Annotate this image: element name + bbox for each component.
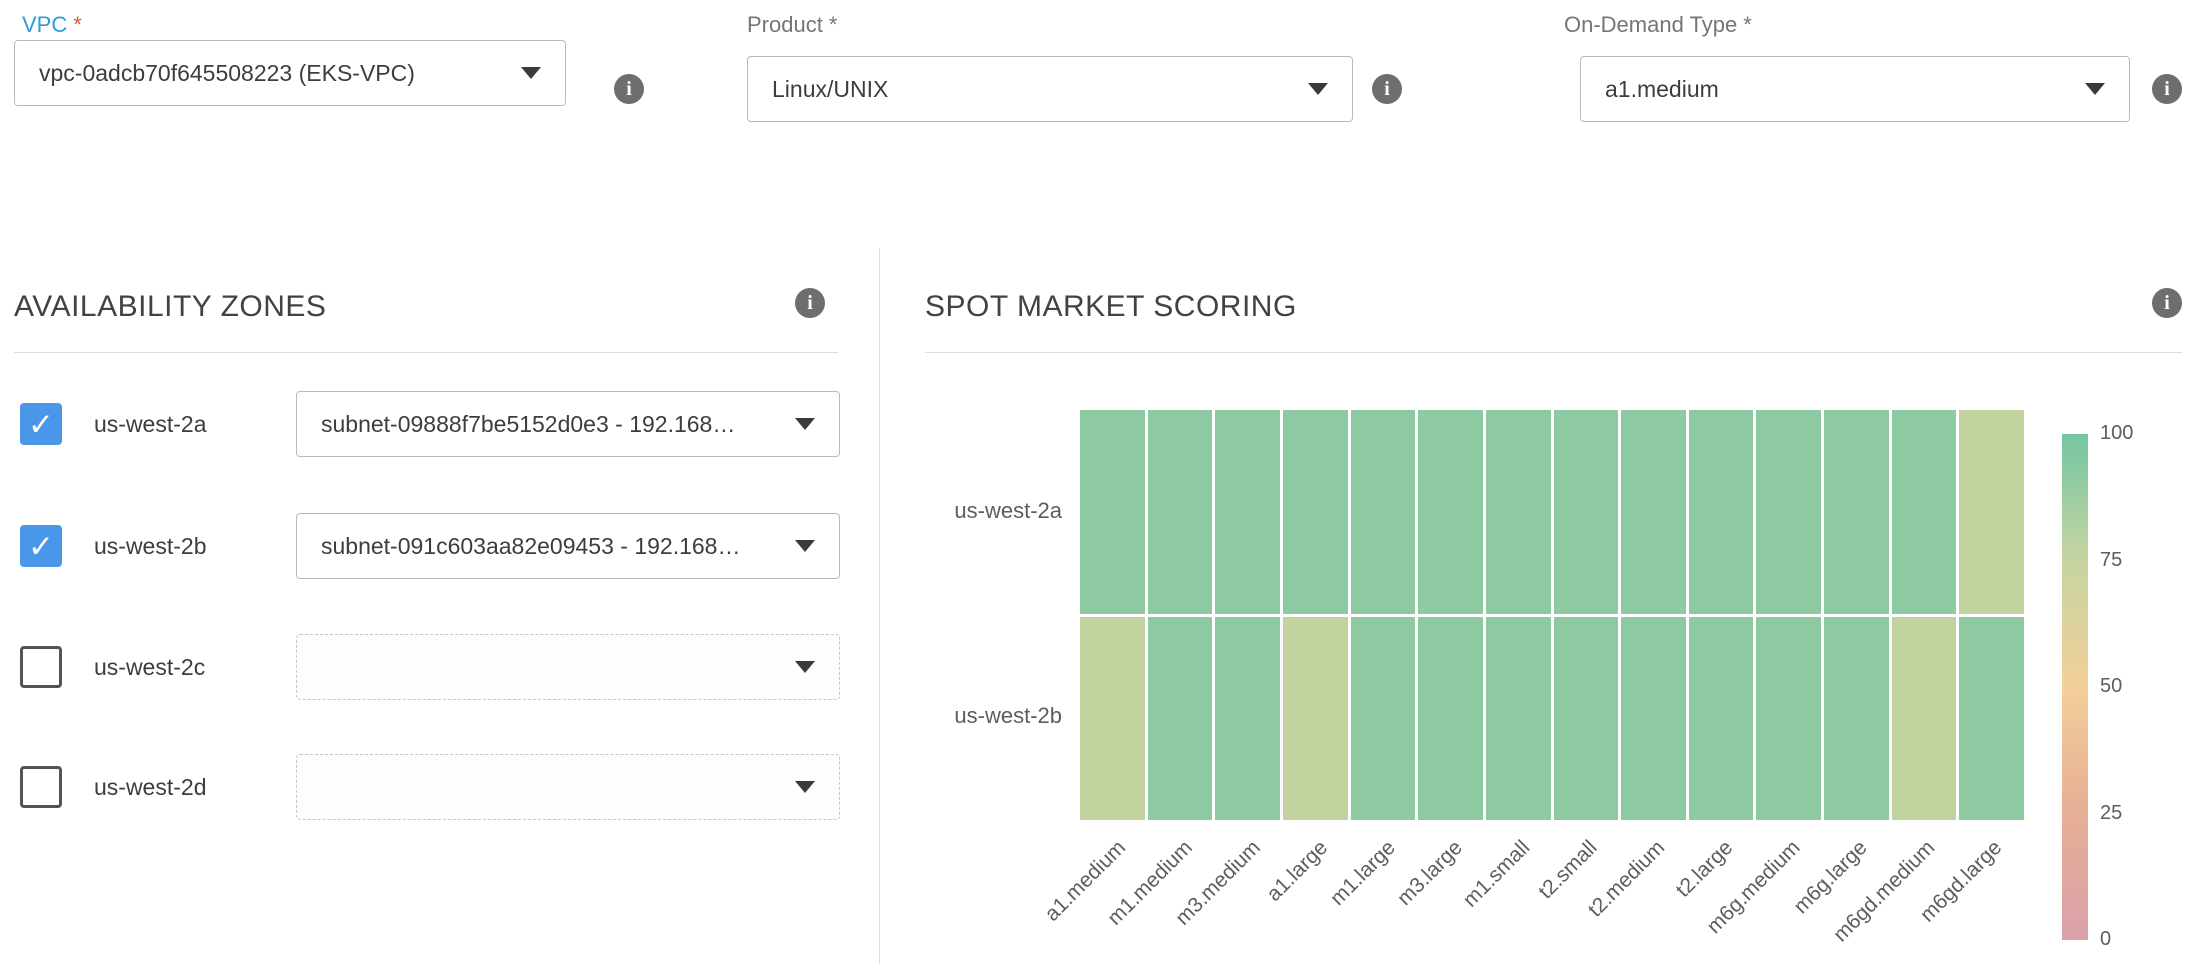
vpc-info-icon[interactable]: i [614, 74, 644, 104]
zone-label: us-west-2c [94, 654, 205, 681]
caret-down-icon [1308, 83, 1328, 95]
subnet-select-us-west-2d[interactable] [296, 754, 840, 820]
vpc-label: VPC* [22, 12, 82, 38]
on-demand-type-label: On-Demand Type* [1564, 12, 1752, 38]
heatmap-cell [1148, 410, 1213, 614]
caret-down-icon [2085, 83, 2105, 95]
heatmap-cell [1959, 617, 2024, 821]
heatmap-grid [1080, 410, 2024, 820]
heatmap-cell [1418, 617, 1483, 821]
heatmap-cell [1486, 410, 1551, 614]
availability-zones-info-icon[interactable]: i [795, 288, 825, 318]
heatmap-cell [1959, 410, 2024, 614]
heatmap-cell [1621, 410, 1686, 614]
caret-down-icon [795, 781, 815, 793]
heatmap-cell [1486, 617, 1551, 821]
legend-ticks: 1007550250 [2100, 434, 2170, 940]
on-demand-type-required-mark: * [1743, 12, 1752, 37]
heatmap-column-label: a1.large [1262, 836, 1333, 907]
zone-checkbox-us-west-2b[interactable]: ✓ [20, 525, 62, 567]
subnet-select-value: subnet-091c603aa82e09453 - 192.168… [321, 533, 756, 560]
zone-checkbox-us-west-2a[interactable]: ✓ [20, 403, 62, 445]
legend-tick-label: 100 [2100, 422, 2133, 445]
heatmap-cell [1892, 617, 1957, 821]
vpc-label-text: VPC [22, 12, 67, 37]
subnet-select-us-west-2c[interactable] [296, 634, 840, 700]
caret-down-icon [795, 540, 815, 552]
legend-gradient-bar [2062, 434, 2088, 940]
caret-down-icon [795, 661, 815, 673]
spot-configuration-page: VPC* vpc-0adcb70f645508223 (EKS-VPC) i P… [0, 0, 2196, 964]
on-demand-type-info-icon[interactable]: i [2152, 74, 2182, 104]
legend-tick-label: 75 [2100, 549, 2122, 572]
vpc-required-mark: * [73, 12, 82, 37]
heatmap-cell [1621, 617, 1686, 821]
product-select-value: Linux/UNIX [772, 76, 904, 103]
product-label: Product* [747, 12, 837, 38]
vpc-select-value: vpc-0adcb70f645508223 (EKS-VPC) [39, 60, 431, 87]
heatmap-cell [1080, 617, 1145, 821]
legend-tick-label: 50 [2100, 675, 2122, 698]
check-icon: ✓ [28, 531, 54, 562]
heatmap-column-label: m3.large [1393, 836, 1468, 911]
heatmap-x-labels: a1.mediumm1.mediumm3.mediuma1.largem1.la… [1080, 836, 2024, 962]
on-demand-type-select-value: a1.medium [1605, 76, 1735, 103]
subnet-select-us-west-2a[interactable]: subnet-09888f7be5152d0e3 - 192.168… [296, 391, 840, 457]
on-demand-type-label-text: On-Demand Type [1564, 12, 1737, 37]
heatmap-cell [1554, 410, 1619, 614]
caret-down-icon [795, 418, 815, 430]
product-select[interactable]: Linux/UNIX [747, 56, 1353, 122]
zone-label: us-west-2a [94, 411, 206, 438]
spot-market-scoring-title: SPOT MARKET SCORING [925, 290, 1297, 324]
zone-label: us-west-2d [94, 774, 206, 801]
heatmap-cell [1689, 617, 1754, 821]
heatmap-cell [1689, 410, 1754, 614]
product-required-mark: * [829, 12, 838, 37]
on-demand-type-select[interactable]: a1.medium [1580, 56, 2130, 122]
heatmap-cell [1215, 617, 1280, 821]
heatmap-cell [1080, 410, 1145, 614]
heatmap-cell [1283, 410, 1348, 614]
heatmap-cell [1418, 410, 1483, 614]
heatmap-row-label: us-west-2b [850, 703, 1062, 729]
heatmap-cell [1824, 617, 1889, 821]
product-label-text: Product [747, 12, 823, 37]
caret-down-icon [521, 67, 541, 79]
availability-zones-divider [14, 352, 838, 353]
heatmap-column-label: m1.small [1459, 836, 1535, 912]
product-info-icon[interactable]: i [1372, 74, 1402, 104]
availability-zones-title: AVAILABILITY ZONES [14, 290, 326, 324]
heatmap-cell [1756, 617, 1821, 821]
legend-tick-label: 25 [2100, 802, 2122, 825]
subnet-select-value: subnet-09888f7be5152d0e3 - 192.168… [321, 411, 751, 438]
vpc-select[interactable]: vpc-0adcb70f645508223 (EKS-VPC) [14, 40, 566, 106]
heatmap-cell [1215, 410, 1280, 614]
legend-tick-label: 0 [2100, 928, 2111, 951]
zone-label: us-west-2b [94, 533, 206, 560]
heatmap-cell [1824, 410, 1889, 614]
check-icon: ✓ [28, 409, 54, 440]
panel-divider [879, 248, 880, 964]
zone-checkbox-us-west-2c[interactable]: ✓ [20, 646, 62, 688]
zone-checkbox-us-west-2d[interactable]: ✓ [20, 766, 62, 808]
heatmap-cell [1892, 410, 1957, 614]
heatmap-cell [1756, 410, 1821, 614]
heatmap-cell [1554, 617, 1619, 821]
heatmap-cell [1148, 617, 1213, 821]
heatmap-column-label: m1.large [1326, 836, 1401, 911]
spot-market-scoring-divider [925, 352, 2182, 353]
subnet-select-us-west-2b[interactable]: subnet-091c603aa82e09453 - 192.168… [296, 513, 840, 579]
heatmap-cell [1351, 410, 1416, 614]
heatmap-row-label: us-west-2a [850, 498, 1062, 524]
heatmap-column-label: t2.small [1535, 836, 1603, 904]
heatmap-cell [1351, 617, 1416, 821]
heatmap-cell [1283, 617, 1348, 821]
heatmap-column-label: t2.large [1671, 836, 1738, 903]
spot-market-scoring-info-icon[interactable]: i [2152, 288, 2182, 318]
